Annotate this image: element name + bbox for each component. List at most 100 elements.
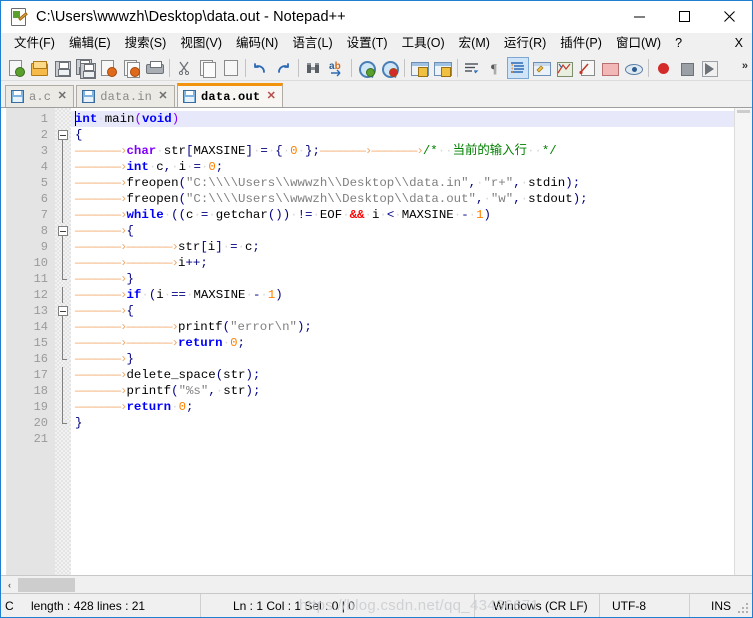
status-eol[interactable]: Windows (CR LF) — [475, 594, 600, 617]
code-line[interactable]: ———————›{ — [71, 303, 734, 319]
code-editor[interactable]: 1 2 3 4 5 6 7 8 9 10 11 12 13 14 15 16 17 18 19 20 21 int·ma… — [1, 108, 734, 575]
fold-row[interactable] — [55, 191, 71, 207]
tab-a-c[interactable]: a.c ✕ — [5, 85, 75, 107]
vertical-scrollbar[interactable] — [734, 108, 752, 575]
stop-record-icon[interactable] — [675, 57, 697, 79]
fold-row[interactable] — [55, 399, 71, 415]
menu-plugins[interactable]: 插件(P) — [553, 34, 609, 54]
fold-row[interactable] — [55, 223, 71, 239]
toolbar-overflow-icon[interactable]: » — [742, 60, 748, 72]
fold-collapse-icon[interactable] — [58, 130, 68, 140]
resize-grip-icon[interactable] — [738, 603, 750, 615]
code-line[interactable]: ———————›while·((c·=·getchar())·!=·EOF·&&… — [71, 207, 734, 223]
indent-guide-icon[interactable] — [507, 56, 529, 79]
code-line[interactable]: ———————›return·0; — [71, 399, 734, 415]
code-content[interactable]: int·main(void){———————›char·str[MAXSINE]… — [71, 108, 734, 575]
code-line[interactable]: ———————›int·c,·i·=·0; — [71, 159, 734, 175]
tab-data-in[interactable]: data.in ✕ — [76, 85, 176, 107]
undo-icon[interactable] — [249, 57, 271, 79]
fold-row[interactable] — [55, 207, 71, 223]
fold-row[interactable] — [55, 271, 71, 287]
fold-margin[interactable] — [55, 108, 71, 575]
code-line[interactable]: ———————›printf("%s",·str); — [71, 383, 734, 399]
code-line[interactable]: ———————›} — [71, 271, 734, 287]
minimize-button[interactable] — [617, 1, 662, 32]
code-line[interactable]: ———————›freopen("C:\\\\Users\\wwwzh\\Des… — [71, 191, 734, 207]
menu-file[interactable]: 文件(F) — [7, 34, 62, 54]
menu-search[interactable]: 搜索(S) — [118, 34, 174, 54]
code-line[interactable]: ———————›———————›printf("error\n"); — [71, 319, 734, 335]
menu-edit[interactable]: 编辑(E) — [62, 34, 118, 54]
menu-settings[interactable]: 设置(T) — [340, 34, 395, 54]
fold-row[interactable] — [55, 367, 71, 383]
close-document-button[interactable]: X — [735, 36, 743, 50]
menu-run[interactable]: 运行(R) — [497, 34, 553, 54]
sync-vertical-icon[interactable] — [408, 57, 430, 79]
show-all-chars-icon[interactable]: ¶ — [484, 57, 506, 79]
code-line[interactable]: ———————›———————›return·0; — [71, 335, 734, 351]
function-list-icon[interactable] — [576, 57, 598, 79]
open-file-icon[interactable] — [28, 57, 50, 79]
play-macro-icon[interactable] — [698, 57, 720, 79]
maximize-button[interactable] — [662, 1, 707, 32]
fold-row[interactable] — [55, 143, 71, 159]
fold-collapse-icon[interactable] — [58, 226, 68, 236]
monitoring-icon[interactable] — [622, 57, 644, 79]
close-file-icon[interactable] — [97, 57, 119, 79]
fold-row[interactable] — [55, 239, 71, 255]
tab-close-icon[interactable]: ✕ — [265, 91, 277, 103]
tab-data-out[interactable]: data.out ✕ — [177, 83, 284, 107]
code-line[interactable]: ———————›———————›str[i]·=·c; — [71, 239, 734, 255]
document-map-icon[interactable] — [553, 57, 575, 79]
horizontal-scrollbar[interactable]: ‹ — [1, 575, 752, 593]
user-define-dialog-icon[interactable] — [530, 57, 552, 79]
replace-icon[interactable]: ab — [325, 57, 347, 79]
menu-view[interactable]: 视图(V) — [173, 34, 229, 54]
zoom-in-icon[interactable] — [355, 57, 377, 79]
save-all-icon[interactable] — [74, 57, 96, 79]
close-all-icon[interactable] — [120, 57, 142, 79]
fold-row[interactable] — [55, 303, 71, 319]
code-line[interactable]: } — [71, 415, 734, 431]
close-button[interactable] — [707, 1, 752, 32]
fold-row[interactable] — [55, 319, 71, 335]
vertical-scrollbar-thumb[interactable] — [737, 110, 750, 113]
menu-macro[interactable]: 宏(M) — [452, 34, 497, 54]
menu-help[interactable]: ? — [668, 34, 689, 54]
code-line[interactable] — [71, 431, 734, 447]
status-language[interactable]: C — [1, 594, 23, 617]
fold-row[interactable] — [55, 175, 71, 191]
sync-horizontal-icon[interactable] — [431, 57, 453, 79]
fold-collapse-icon[interactable] — [58, 306, 68, 316]
code-line[interactable]: { — [71, 127, 734, 143]
fold-row[interactable] — [55, 287, 71, 303]
horizontal-scrollbar-track[interactable] — [75, 577, 752, 593]
menu-tools[interactable]: 工具(O) — [395, 34, 452, 54]
fold-row[interactable] — [55, 415, 71, 431]
print-icon[interactable] — [143, 57, 165, 79]
fold-row[interactable] — [55, 111, 71, 127]
paste-icon[interactable] — [219, 57, 241, 79]
code-line[interactable]: ———————›delete_space(str); — [71, 367, 734, 383]
copy-icon[interactable] — [196, 57, 218, 79]
tab-close-icon[interactable]: ✕ — [157, 91, 169, 103]
save-icon[interactable] — [51, 57, 73, 79]
fold-row[interactable] — [55, 431, 71, 447]
zoom-out-icon[interactable] — [378, 57, 400, 79]
folder-as-workspace-icon[interactable] — [599, 57, 621, 79]
menu-window[interactable]: 窗口(W) — [609, 34, 668, 54]
menu-language[interactable]: 语言(L) — [285, 34, 339, 54]
fold-row[interactable] — [55, 351, 71, 367]
tab-close-icon[interactable]: ✕ — [56, 91, 68, 103]
menu-encoding[interactable]: 编码(N) — [229, 34, 285, 54]
code-line[interactable]: ———————›freopen("C:\\\\Users\\wwwzh\\Des… — [71, 175, 734, 191]
fold-row[interactable] — [55, 383, 71, 399]
fold-row[interactable] — [55, 255, 71, 271]
code-line[interactable]: ———————›if·(i·==·MAXSINE·-·1) — [71, 287, 734, 303]
cut-icon[interactable] — [173, 57, 195, 79]
fold-row[interactable] — [55, 127, 71, 143]
code-line[interactable]: ———————›{ — [71, 223, 734, 239]
redo-icon[interactable] — [272, 57, 294, 79]
fold-row[interactable] — [55, 335, 71, 351]
scroll-left-icon[interactable]: ‹ — [1, 577, 18, 593]
